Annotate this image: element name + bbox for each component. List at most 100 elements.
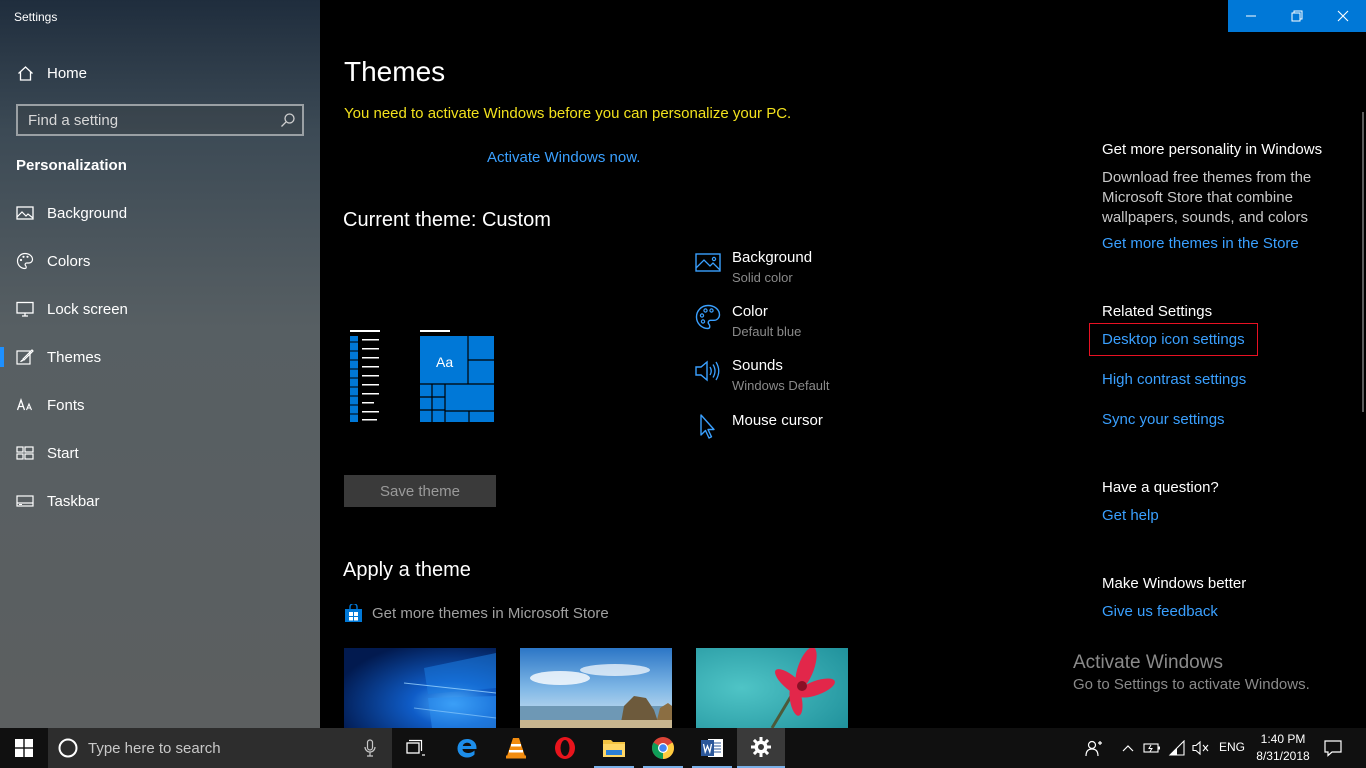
theme-thumbnail-flowers[interactable]	[696, 648, 848, 728]
gear-icon	[751, 737, 771, 757]
sync-settings-link[interactable]: Sync your settings	[1102, 411, 1225, 428]
sidebar-item-label: Colors	[47, 252, 91, 270]
action-center-button[interactable]	[1318, 728, 1348, 768]
volume-button[interactable]	[1190, 728, 1212, 768]
apply-theme-heading: Apply a theme	[343, 559, 471, 581]
sidebar: Settings Home Personalization Background…	[0, 0, 320, 728]
current-theme-heading: Current theme: Custom	[343, 209, 551, 231]
question-heading: Have a question?	[1102, 479, 1219, 496]
people-icon	[1085, 740, 1102, 757]
activate-windows-link[interactable]: Activate Windows now.	[487, 149, 640, 166]
theme-property-title: Mouse cursor	[732, 412, 823, 429]
network-button[interactable]	[1166, 728, 1188, 768]
start-tiles-icon	[16, 444, 34, 462]
theme-thumbnail-beach[interactable]	[520, 648, 672, 728]
theme-property-title: Background	[732, 249, 813, 266]
vlc-icon	[506, 738, 526, 759]
flowers-theme-image	[696, 648, 848, 728]
windows-logo-icon	[15, 739, 33, 757]
battery-button[interactable]	[1142, 728, 1162, 768]
beach-theme-image	[520, 648, 672, 728]
activation-watermark-subtitle: Go to Settings to activate Windows.	[1073, 676, 1310, 693]
give-feedback-link[interactable]: Give us feedback	[1102, 603, 1218, 620]
make-windows-better-heading: Make Windows better	[1102, 575, 1247, 592]
cursor-icon	[694, 412, 722, 440]
opera-icon	[555, 737, 575, 759]
edge-icon	[457, 739, 477, 758]
sidebar-item-colors[interactable]: Colors	[0, 241, 320, 281]
task-view-button[interactable]	[392, 728, 440, 768]
theme-preview[interactable]: Aa	[344, 322, 504, 432]
file-explorer-taskbar-button[interactable]	[590, 728, 638, 768]
input-language-indicator[interactable]: ENG	[1219, 740, 1245, 754]
sidebar-item-lock-screen[interactable]: Lock screen	[0, 289, 320, 329]
theme-property-title: Sounds	[732, 357, 783, 374]
sidebar-item-label: Themes	[47, 348, 102, 366]
theme-preview-text: Aa	[436, 354, 454, 370]
brush-icon	[16, 348, 34, 366]
cortana-icon	[58, 738, 78, 758]
scrollbar[interactable]	[1362, 112, 1364, 412]
save-theme-button[interactable]: Save theme	[344, 475, 496, 507]
monitor-icon	[16, 300, 34, 318]
clock-time: 1:40 PM	[1260, 732, 1306, 746]
theme-sounds-option[interactable]: Sounds Windows Default	[694, 357, 954, 401]
volume-muted-icon	[1192, 740, 1209, 756]
palette-icon	[16, 252, 34, 270]
chrome-icon	[652, 737, 674, 759]
search-icon[interactable]	[280, 112, 296, 133]
taskbar-search-box[interactable]: Type here to search	[48, 728, 392, 768]
font-icon	[16, 396, 34, 414]
picture-icon	[16, 204, 34, 222]
word-taskbar-button[interactable]	[688, 728, 736, 768]
sidebar-item-label: Fonts	[47, 396, 85, 414]
start-button[interactable]	[0, 728, 48, 768]
chevron-up-icon	[1122, 745, 1134, 752]
sidebar-item-background[interactable]: Background	[0, 193, 320, 233]
taskbar: Type here to search ENG 1:40 PM 8/31/201…	[0, 728, 1366, 768]
settings-taskbar-button[interactable]	[737, 728, 785, 768]
speaker-icon	[694, 357, 722, 385]
activation-watermark-title: Activate Windows	[1073, 652, 1223, 673]
opera-taskbar-button[interactable]	[541, 728, 589, 768]
home-nav-item[interactable]: Home	[0, 53, 320, 93]
settings-search-input[interactable]	[18, 106, 278, 134]
notification-icon	[1324, 740, 1342, 757]
section-heading: Personalization	[16, 157, 127, 174]
theme-background-option[interactable]: Background Solid color	[694, 249, 954, 293]
activation-warning: You need to activate Windows before you …	[344, 105, 792, 122]
sidebar-item-start[interactable]: Start	[0, 433, 320, 473]
settings-search-box[interactable]	[16, 104, 304, 136]
chrome-taskbar-button[interactable]	[639, 728, 687, 768]
get-themes-store-link[interactable]: Get more themes in the Store	[1102, 235, 1299, 252]
picture-icon	[694, 249, 722, 277]
theme-property-value: Windows Default	[732, 378, 830, 393]
desktop-icon-settings-link[interactable]: Desktop icon settings	[1089, 323, 1258, 356]
microphone-icon[interactable]	[364, 739, 376, 757]
sidebar-item-themes[interactable]: Themes	[0, 337, 320, 377]
theme-mouse-cursor-option[interactable]: Mouse cursor	[694, 412, 954, 456]
microsoft-store-themes-link[interactable]: Get more themes in Microsoft Store	[344, 602, 609, 624]
vlc-taskbar-button[interactable]	[492, 728, 540, 768]
palette-icon	[694, 303, 722, 331]
store-link-label: Get more themes in Microsoft Store	[372, 604, 609, 622]
theme-thumbnail-windows[interactable]	[344, 648, 496, 728]
theme-color-option[interactable]: Color Default blue	[694, 303, 954, 347]
high-contrast-settings-link[interactable]: High contrast settings	[1102, 371, 1246, 388]
show-hidden-icons-button[interactable]	[1118, 728, 1138, 768]
task-view-icon	[406, 739, 425, 756]
word-icon	[701, 739, 723, 757]
taskbar-search-placeholder: Type here to search	[88, 740, 221, 757]
get-help-link[interactable]: Get help	[1102, 507, 1159, 524]
theme-preview-image	[350, 330, 494, 422]
store-bag-icon	[345, 603, 362, 622]
sidebar-item-fonts[interactable]: Fonts	[0, 385, 320, 425]
windows-theme-image	[344, 648, 496, 728]
personality-heading: Get more personality in Windows	[1102, 141, 1323, 158]
sidebar-item-taskbar[interactable]: Taskbar	[0, 481, 320, 521]
people-button[interactable]	[1080, 728, 1108, 768]
taskbar-clock[interactable]: 1:40 PM 8/31/2018	[1253, 731, 1313, 765]
edge-taskbar-button[interactable]	[443, 728, 491, 768]
app-title: Settings	[14, 10, 58, 24]
theme-property-value: Default blue	[732, 324, 802, 339]
